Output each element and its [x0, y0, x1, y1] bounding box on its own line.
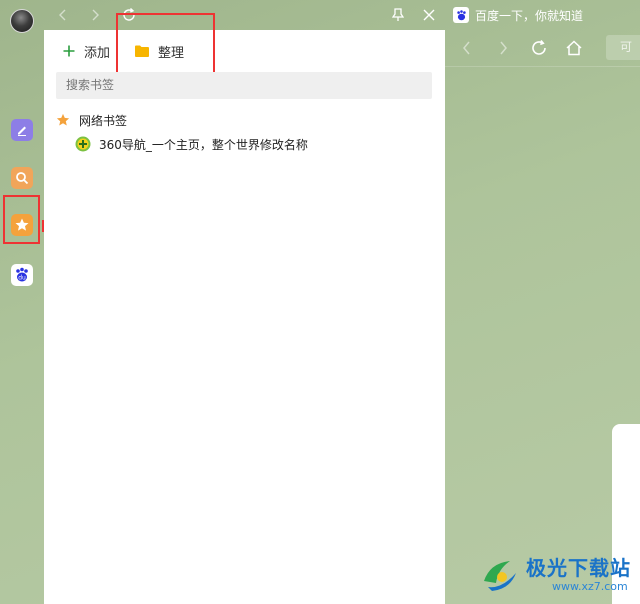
add-bookmark-button[interactable]: 添加	[62, 41, 110, 61]
360-logo-icon	[75, 136, 91, 152]
panel-topbar	[44, 0, 445, 30]
svg-text:du: du	[18, 275, 26, 282]
address-bar[interactable]: 可	[606, 35, 640, 60]
toolbar-divider	[445, 66, 640, 67]
folder-label: 网络书签	[79, 113, 128, 128]
baidu-paw-icon[interactable]: du	[11, 264, 33, 286]
back-icon[interactable]	[54, 6, 72, 24]
bookmark-search-input[interactable]	[56, 72, 432, 99]
home-icon[interactable]	[563, 37, 585, 59]
sidebar-rail: du	[0, 0, 44, 604]
forward-icon[interactable]	[492, 37, 514, 59]
folder-network-bookmarks[interactable]: 网络书签	[56, 111, 127, 129]
forward-icon[interactable]	[86, 6, 104, 24]
pen-icon[interactable]	[11, 119, 33, 141]
plus-icon	[62, 44, 76, 58]
close-icon[interactable]	[420, 6, 438, 24]
bookmark-label: 360导航_一个主页，整个世界修改名称	[99, 137, 308, 152]
pin-icon[interactable]	[389, 6, 407, 24]
watermark-url: www.xz7.com	[552, 580, 628, 593]
star-icon	[56, 113, 70, 127]
highlight-box-bookmarks	[3, 195, 40, 244]
baidu-favicon	[453, 7, 469, 23]
watermark-title: 极光下载站	[526, 556, 631, 580]
avatar[interactable]	[10, 9, 34, 33]
tab-title[interactable]: 百度一下，你就知道	[475, 7, 583, 24]
search-icon[interactable]	[11, 167, 33, 189]
back-icon[interactable]	[456, 37, 478, 59]
add-label: 添加	[84, 45, 111, 61]
watermark-logo-icon	[480, 555, 520, 595]
watermark: 极光下载站 www.xz7.com	[480, 552, 631, 598]
refresh-icon[interactable]	[528, 37, 550, 59]
bookmark-item[interactable]: 360导航_一个主页，整个世界修改名称	[75, 135, 308, 153]
